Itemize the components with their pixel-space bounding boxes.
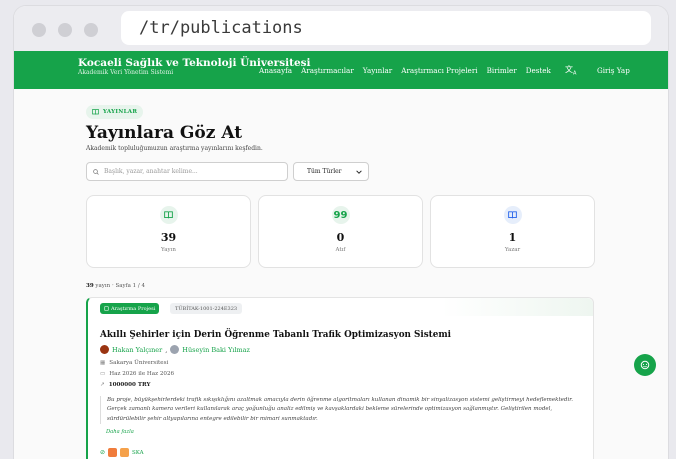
- nav-link-researchers[interactable]: Araştırmacılar: [301, 66, 354, 75]
- section-pill-label: YAYINLAR: [103, 109, 138, 115]
- results-text: yayın · Sayfa 1 / 4: [95, 283, 146, 289]
- author-separator: ,: [165, 345, 168, 354]
- abstract-text: Bu proje, büyükşehirlerdeki trafik sıkış…: [100, 396, 582, 425]
- read-more-link[interactable]: Daha fazla: [106, 429, 134, 435]
- calendar-icon: ▭: [100, 371, 106, 377]
- nav-link-support[interactable]: Destek: [526, 66, 551, 75]
- card-header: [88, 298, 593, 316]
- publication-card[interactable]: Araştırma Projesi TÜBİTAK-1001-224E323 A…: [86, 297, 594, 459]
- stat-card-authors: 1 Yazar: [430, 195, 595, 268]
- type-select-value: Tüm Türler: [307, 168, 342, 175]
- results-count: 39: [86, 283, 94, 289]
- sdg-icon: [108, 448, 118, 457]
- stat-value: 39: [160, 231, 177, 244]
- chat-icon: [640, 360, 650, 370]
- avatar: [100, 345, 109, 354]
- type-select[interactable]: Tüm Türler: [293, 162, 369, 181]
- section-pill: YAYINLAR: [86, 105, 144, 119]
- institution-text: Sakarya Üniversitesi: [109, 360, 169, 366]
- project-type-badge: Araştırma Projesi: [100, 303, 160, 314]
- avatar: [170, 345, 180, 354]
- top-navbar: Kocaeli Sağlık ve Teknoloji Üniversitesi…: [14, 51, 668, 89]
- stat-label: Atıf: [335, 247, 346, 253]
- stat-card-citations: 99 0 Atıf: [258, 195, 423, 268]
- budget-text: 1000000 TRY: [108, 382, 151, 388]
- search-icon: [93, 168, 99, 175]
- stat-label: Yazar: [504, 247, 521, 253]
- card-footer: ⊘ SKA: [100, 448, 144, 457]
- page-subtitle: Akademik topluluğumuzun araştırma yayınl…: [86, 145, 263, 152]
- nav-link-home[interactable]: Anasayfa: [259, 66, 292, 75]
- institution-row: ▦ Sakarya Üniversitesi: [100, 360, 168, 366]
- nav-link-projects[interactable]: Araştırmacı Projeleri: [401, 66, 477, 75]
- window-maximize-dot[interactable]: [84, 23, 98, 37]
- document-icon: [104, 306, 109, 311]
- browser-chrome: /tr/publications: [14, 6, 668, 51]
- publication-title[interactable]: Akıllı Şehirler için Derin Öğrenme Taban…: [100, 330, 451, 340]
- date-row: ▭ Haz 2026 ile Haz 2026: [100, 371, 174, 377]
- chevron-down-icon: [356, 169, 362, 174]
- chat-button[interactable]: [634, 354, 656, 376]
- window-close-dot[interactable]: [32, 23, 46, 37]
- stat-label: Yayın: [161, 247, 176, 253]
- login-link[interactable]: Giriş Yap: [597, 66, 630, 75]
- date-text: Haz 2026 ile Haz 2026: [109, 371, 175, 377]
- building-icon: ▦: [100, 360, 106, 366]
- stat-value: 1: [508, 231, 517, 244]
- budget-row: ↗ 1000000 TRY: [100, 382, 151, 388]
- nav-link-units[interactable]: Birimler: [487, 66, 517, 75]
- search-placeholder: Başlık, yazar, anahtar kelime...: [104, 168, 198, 175]
- results-info: 39 yayın · Sayfa 1 / 4: [86, 283, 145, 289]
- trend-icon: ↗: [100, 382, 105, 388]
- stat-value: 0: [336, 231, 345, 244]
- book-icon: [92, 109, 99, 115]
- quote-icon: 99: [331, 206, 350, 224]
- project-code-badge: TÜBİTAK-1001-224E323: [170, 303, 243, 314]
- search-input[interactable]: Başlık, yazar, anahtar kelime...: [86, 162, 288, 181]
- sdg-icon: [120, 448, 130, 457]
- nav-link-publications[interactable]: Yayınlar: [363, 66, 392, 75]
- main-content: YAYINLAR Yayınlara Göz At Akademik toplu…: [14, 89, 668, 459]
- book-open-icon: [503, 206, 522, 224]
- page-title: Yayınlara Göz At: [86, 123, 243, 143]
- sdg-label: SKA: [132, 449, 144, 456]
- author-link[interactable]: Hüseyin Baki Yılmaz: [182, 346, 250, 354]
- book-icon: [159, 206, 178, 224]
- stat-card-publications: 39 Yayın: [86, 195, 251, 268]
- address-bar[interactable]: /tr/publications: [121, 11, 651, 45]
- window-minimize-dot[interactable]: [58, 23, 72, 37]
- author-link[interactable]: Hakan Yalçıner: [112, 346, 162, 354]
- browser-window: /tr/publications Kocaeli Sağlık ve Tekno…: [14, 6, 668, 459]
- project-type-label: Araştırma Projesi: [111, 305, 156, 312]
- nav-links: Anasayfa Araştırmacılar Yayınlar Araştır…: [259, 66, 551, 75]
- author-list: Hakan Yalçıner , Hüseyin Baki Yılmaz: [100, 345, 250, 354]
- tag-icon: ⊘: [100, 449, 106, 456]
- translate-icon[interactable]: 文A: [565, 64, 576, 77]
